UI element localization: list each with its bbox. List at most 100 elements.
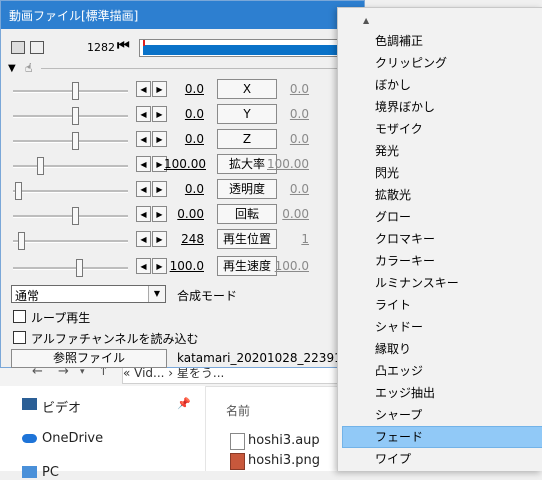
- file-name: hoshi3.png: [248, 453, 320, 468]
- param-slider[interactable]: [13, 132, 128, 150]
- video-file-dialog: 動画ファイル[標準描画] 1282 ⏮ ▼ ☝ ◀ ▶ 0.0 X 0.0 ◀ ▶ 0.0 Y 0…: [0, 0, 385, 368]
- nav-item-onedrive[interactable]: OneDrive: [22, 431, 104, 446]
- menu-item[interactable]: カラーキー: [342, 250, 542, 272]
- slider-thumb[interactable]: [76, 259, 83, 277]
- camera-control-icon[interactable]: [11, 41, 25, 54]
- decrement-arrow-icon[interactable]: ◀: [136, 258, 151, 274]
- alpha-checkbox-label: アルファチャンネルを読み込む: [31, 332, 199, 346]
- timeline-bar[interactable]: [139, 39, 367, 57]
- menu-item[interactable]: ルミナンスキー: [342, 272, 542, 294]
- scroll-up-icon[interactable]: ▲: [363, 16, 369, 25]
- slider-thumb[interactable]: [37, 157, 44, 175]
- nav-item-label: PC: [42, 465, 59, 480]
- frame-count: 1282: [87, 41, 115, 54]
- loop-checkbox[interactable]: [13, 310, 26, 323]
- blend-mode-value: 通常: [15, 289, 40, 303]
- menu-item[interactable]: モザイク: [342, 118, 542, 140]
- reference-file-button[interactable]: 参照ファイル: [11, 349, 167, 368]
- title-bar[interactable]: 動画ファイル[標準描画]: [1, 1, 364, 29]
- file-icon: [230, 433, 245, 450]
- decrement-arrow-icon[interactable]: ◀: [136, 181, 151, 197]
- param-value[interactable]: 248: [164, 232, 204, 246]
- slider-thumb[interactable]: [72, 132, 79, 150]
- param-slider[interactable]: [13, 259, 128, 277]
- alpha-checkbox[interactable]: [13, 331, 26, 344]
- menu-item[interactable]: 縁取り: [342, 338, 542, 360]
- slider-thumb[interactable]: [72, 107, 79, 125]
- decrement-arrow-icon[interactable]: ◀: [136, 106, 151, 122]
- menu-item[interactable]: シャープ: [342, 404, 542, 426]
- playhead-marker[interactable]: [143, 40, 145, 46]
- video-folder-icon: [22, 398, 37, 410]
- file-item[interactable]: hoshi3.png: [230, 453, 320, 470]
- rewind-icon[interactable]: ⏮: [117, 38, 130, 54]
- param-slider[interactable]: [13, 207, 128, 225]
- nav-item-label: OneDrive: [42, 431, 104, 446]
- layer-icon[interactable]: [30, 41, 44, 54]
- cloud-icon: [22, 434, 37, 443]
- menu-item[interactable]: シャドー: [342, 316, 542, 338]
- param-value[interactable]: 0.0: [164, 132, 204, 146]
- nav-item-pc[interactable]: PC: [22, 465, 59, 480]
- param-end-value[interactable]: 0.0: [267, 107, 309, 121]
- column-header-name[interactable]: 名前: [226, 402, 250, 419]
- menu-item[interactable]: 凸エッジ: [342, 360, 542, 382]
- param-end-value[interactable]: 0.0: [267, 132, 309, 146]
- param-value[interactable]: 0.0: [164, 182, 204, 196]
- blend-mode-label: 合成モード: [177, 289, 238, 303]
- param-end-value[interactable]: 1: [267, 232, 309, 246]
- menu-item[interactable]: エッジ抽出: [342, 382, 542, 404]
- param-value[interactable]: 100.0: [164, 259, 204, 273]
- menu-item[interactable]: 境界ぼかし: [342, 96, 542, 118]
- param-end-value[interactable]: 0.0: [267, 182, 309, 196]
- decrement-arrow-icon[interactable]: ◀: [136, 81, 151, 97]
- chevron-down-icon[interactable]: ▼: [148, 286, 165, 302]
- file-item[interactable]: hoshi3.aup: [230, 433, 320, 450]
- collapse-icon[interactable]: ▼: [8, 63, 16, 74]
- menu-item[interactable]: クロマキー: [342, 228, 542, 250]
- pc-icon: [22, 466, 37, 478]
- menu-item[interactable]: ワイプ: [342, 448, 542, 470]
- param-value[interactable]: 0.00: [164, 207, 204, 221]
- param-value[interactable]: 0.0: [164, 107, 204, 121]
- param-value[interactable]: 100.00: [164, 157, 206, 171]
- menu-item[interactable]: ぼかし: [342, 74, 542, 96]
- decrement-arrow-icon[interactable]: ◀: [136, 231, 151, 247]
- decrement-arrow-icon[interactable]: ◀: [136, 206, 151, 222]
- param-end-value[interactable]: 100.00: [267, 157, 309, 171]
- blend-mode-select[interactable]: 通常 ▼: [11, 285, 166, 303]
- menu-item[interactable]: 拡散光: [342, 184, 542, 206]
- loop-checkbox-label: ループ再生: [31, 311, 91, 325]
- separator: [41, 68, 361, 69]
- param-end-value[interactable]: 0.0: [267, 82, 309, 96]
- menu-item[interactable]: ライト: [342, 294, 542, 316]
- menu-item[interactable]: 発光: [342, 140, 542, 162]
- file-name: hoshi3.aup: [248, 433, 320, 448]
- decrement-arrow-icon[interactable]: ◀: [136, 131, 151, 147]
- menu-item[interactable]: フェード: [342, 426, 542, 448]
- menu-item[interactable]: グロー: [342, 206, 542, 228]
- slider-thumb[interactable]: [72, 82, 79, 100]
- pane-divider[interactable]: [205, 386, 206, 471]
- slider-thumb[interactable]: [72, 207, 79, 225]
- param-end-value[interactable]: 100.0: [267, 259, 309, 273]
- param-slider[interactable]: [13, 82, 128, 100]
- recent-dropdown-icon[interactable]: ▾: [80, 367, 85, 377]
- param-slider[interactable]: [13, 182, 128, 200]
- param-value[interactable]: 0.0: [164, 82, 204, 96]
- param-slider[interactable]: [13, 232, 128, 250]
- window-title: 動画ファイル[標準描画]: [9, 9, 139, 23]
- nav-item-label: ビデオ: [42, 401, 82, 416]
- param-end-value[interactable]: 0.00: [267, 207, 309, 221]
- decrement-arrow-icon[interactable]: ◀: [136, 156, 151, 172]
- pin-icon: 📌: [177, 397, 191, 410]
- menu-item[interactable]: 閃光: [342, 162, 542, 184]
- nav-item-videos[interactable]: ビデオ 📌: [22, 397, 191, 416]
- slider-thumb[interactable]: [18, 232, 25, 250]
- menu-item[interactable]: 色調補正: [342, 30, 542, 52]
- param-slider[interactable]: [13, 107, 128, 125]
- param-slider[interactable]: [13, 157, 128, 175]
- slider-thumb[interactable]: [15, 182, 22, 200]
- hand-icon[interactable]: ☝: [25, 61, 32, 75]
- menu-item[interactable]: クリッピング: [342, 52, 542, 74]
